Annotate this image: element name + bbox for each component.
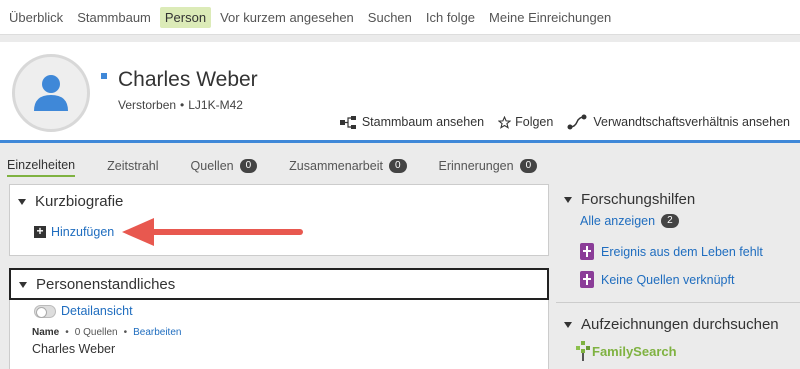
familysearch-logo[interactable]: FamilySearch — [574, 341, 677, 361]
tab-sources-label: Quellen — [190, 158, 234, 173]
caret-down-icon — [18, 198, 26, 205]
search-records-header[interactable]: Aufzeichnungen durchsuchen — [564, 316, 779, 333]
research-helps-title: Forschungshilfen — [581, 191, 696, 208]
tab-details[interactable]: Einzelheiten — [7, 157, 76, 177]
tab-memories[interactable]: Erinnerungen 0 — [438, 158, 538, 176]
hints-count-badge: 2 — [661, 214, 679, 228]
tab-collaboration[interactable]: Zusammenarbeit 0 — [289, 158, 407, 176]
hint-no-sources[interactable]: Keine Quellen verknüpft — [580, 271, 734, 288]
add-bio-label: Hinzufügen — [51, 225, 115, 239]
hint-missing-event[interactable]: Ereignis aus dem Leben fehlt — [580, 243, 763, 260]
name-fact-value: Charles Weber — [32, 342, 116, 356]
familysearch-tree-icon — [576, 341, 590, 361]
nav-my-submissions[interactable]: Meine Einreichungen — [484, 7, 616, 28]
person-status: Verstorben — [118, 98, 177, 112]
bio-title: Kurzbiografie — [35, 193, 124, 210]
avatar[interactable] — [12, 54, 90, 132]
relationship-label: Verwandtschaftsverhältnis ansehen — [593, 115, 790, 129]
person-subtitle: Verstorben • LJ1K-M42 — [118, 98, 243, 112]
collaboration-count-badge: 0 — [388, 158, 407, 173]
tree-icon — [339, 115, 356, 129]
nav-overview[interactable]: Überblick — [4, 7, 68, 28]
edit-name-link[interactable]: Bearbeiten — [133, 327, 181, 338]
nav-family-tree[interactable]: Stammbaum — [72, 7, 156, 28]
tab-memories-label: Erinnerungen — [438, 158, 514, 173]
person-id[interactable]: LJ1K-M42 — [188, 98, 243, 112]
sources-count-badge: 0 — [239, 158, 258, 173]
annotation-arrow — [122, 218, 303, 246]
show-all-label: Alle anzeigen — [580, 214, 656, 228]
show-all-hints-link[interactable]: Alle anzeigen 2 — [580, 214, 679, 228]
tab-collaboration-label: Zusammenarbeit — [289, 158, 383, 173]
caret-down-icon — [564, 196, 572, 203]
divider — [556, 302, 800, 303]
separator-dot: • — [180, 98, 185, 112]
hint-missing-event-label: Ereignis aus dem Leben fehlt — [601, 244, 763, 259]
separator-dot: • — [123, 327, 128, 338]
tab-timeline[interactable]: Zeitstrahl — [107, 159, 158, 176]
name-sources-count[interactable]: 0 Quellen — [75, 327, 118, 338]
top-nav: Überblick Stammbaum Person Vor kurzem an… — [0, 0, 800, 35]
view-tree-label: Stammbaum ansehen — [361, 115, 485, 129]
name-fact-line: Name • 0 Quellen • Bearbeiten — [32, 327, 181, 338]
nav-following[interactable]: Ich folge — [421, 7, 480, 28]
follow-button[interactable]: Folgen — [498, 115, 553, 129]
relationship-button[interactable]: Verwandtschaftsverhältnis ansehen — [567, 114, 790, 130]
sex-marker — [101, 73, 107, 79]
vitals-title-row: Personenstandliches — [19, 276, 175, 293]
caret-down-icon — [564, 321, 572, 328]
separator-dot: • — [65, 327, 69, 338]
name-fact-label: Name — [32, 327, 60, 338]
star-icon — [498, 115, 512, 129]
search-records-title: Aufzeichnungen durchsuchen — [581, 316, 779, 333]
vitals-card-body: Detailansicht Name • 0 Quellen • Bearbei… — [9, 300, 549, 369]
detail-view-label: Detailansicht — [61, 304, 133, 318]
nav-person[interactable]: Person — [159, 6, 212, 28]
add-bio-button[interactable]: + Hinzufügen — [34, 225, 114, 239]
person-silhouette-icon — [34, 75, 68, 111]
caret-down-icon — [19, 281, 27, 288]
memories-count-badge: 0 — [519, 158, 538, 173]
person-header: Charles Weber Verstorben • LJ1K-M42 Stammb… — [0, 42, 800, 143]
vitals-card-header[interactable]: Personenstandliches — [9, 268, 549, 300]
tab-details-label: Einzelheiten — [7, 157, 76, 172]
nav-search[interactable]: Suchen — [363, 7, 417, 28]
plus-icon: + — [34, 225, 46, 238]
bio-card-header[interactable]: Kurzbiografie — [18, 193, 123, 210]
detail-view-toggle[interactable]: Detailansicht — [34, 304, 133, 318]
toggle-switch[interactable] — [34, 304, 56, 318]
relationship-icon — [567, 114, 587, 130]
follow-label: Folgen — [515, 115, 554, 129]
research-helps-header[interactable]: Forschungshilfen — [564, 191, 695, 208]
research-hint-icon — [580, 243, 594, 260]
hint-no-sources-label: Keine Quellen verknüpft — [601, 272, 735, 287]
research-hint-icon — [580, 271, 594, 288]
tab-sources[interactable]: Quellen 0 — [190, 158, 258, 176]
familysearch-logo-text: FamilySearch — [592, 343, 677, 359]
view-tree-button[interactable]: Stammbaum ansehen — [339, 115, 485, 129]
tab-timeline-label: Zeitstrahl — [107, 158, 159, 173]
right-sidebar: Forschungshilfen Alle anzeigen 2 Ereigni… — [556, 184, 800, 369]
person-actions: Stammbaum ansehen Folgen Verwandtschafts… — [326, 114, 790, 130]
person-name: Charles Weber — [118, 68, 258, 91]
vitals-title: Personenstandliches — [36, 276, 176, 293]
person-tabs: Einzelheiten Zeitstrahl Quellen 0 Zusamme… — [0, 155, 800, 179]
nav-recently-viewed[interactable]: Vor kurzem angesehen — [215, 7, 359, 28]
